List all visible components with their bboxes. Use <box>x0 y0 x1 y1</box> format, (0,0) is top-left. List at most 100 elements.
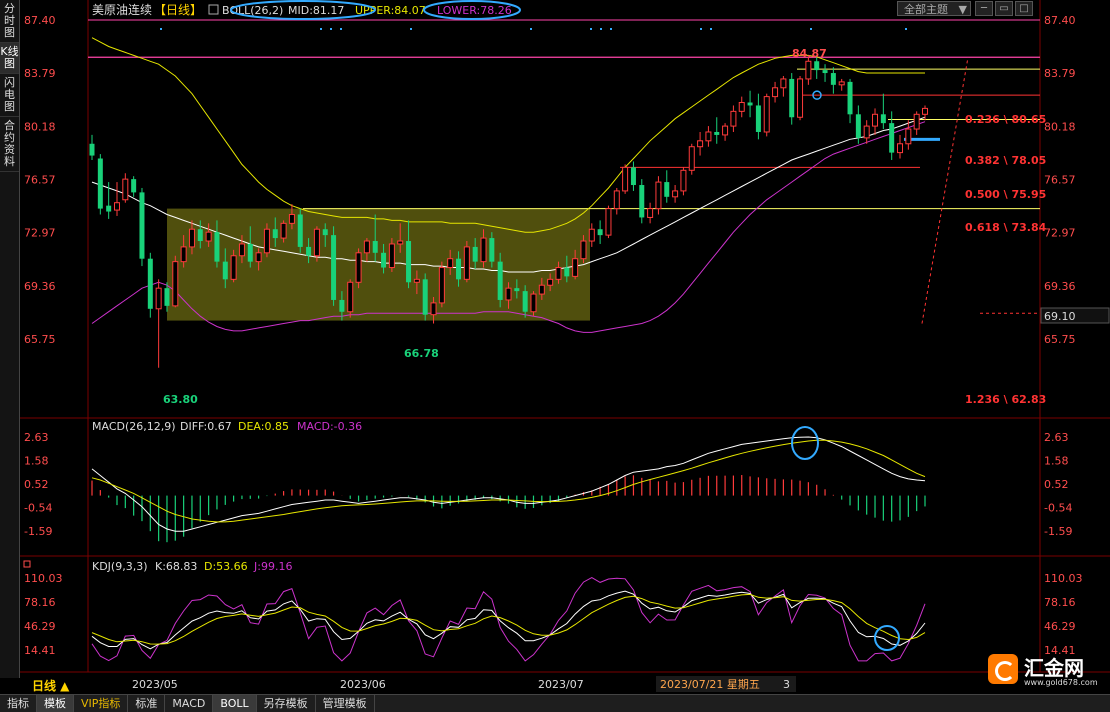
side-tab-0[interactable]: 分时图 <box>0 0 19 43</box>
kdj-axis-label: 46.29 <box>24 620 56 633</box>
bottom-tab-1[interactable]: 模板 <box>37 695 74 712</box>
candle-body <box>313 228 320 257</box>
candle-body <box>180 246 187 263</box>
candle-body <box>247 243 253 262</box>
fib-label: 1.236 \ 62.83 <box>965 393 1046 406</box>
high-price-label: 84.87 <box>792 47 827 60</box>
bottom-tab-5[interactable]: BOLL <box>213 695 257 712</box>
candle-body <box>230 255 237 280</box>
macd-diff-value: DIFF:0.67 <box>180 420 232 433</box>
kdj-j-value: J:99.16 <box>253 560 292 573</box>
candle-body <box>630 167 636 186</box>
candle-body <box>889 123 895 153</box>
kdj-axis-label-right: 46.29 <box>1044 620 1076 633</box>
kdj-d-value: D:53.66 <box>204 560 248 573</box>
candle-body <box>639 185 645 218</box>
macd-axis-label: 1.58 <box>24 454 49 467</box>
kdj-d-line <box>91 593 926 645</box>
candle-body <box>588 228 595 242</box>
candle-body <box>113 202 120 211</box>
symbol-title: 美原油连续 <box>92 2 152 17</box>
candle-body <box>622 166 629 192</box>
macd-axis-label: -1.59 <box>24 525 52 538</box>
boll-mid-value: MID:81.17 <box>288 4 344 17</box>
macd-dea-value: DEA:0.85 <box>238 420 289 433</box>
period-selector[interactable]: 日线 ▲ <box>32 677 69 694</box>
low-price-label: 66.78 <box>404 347 439 360</box>
candle-body <box>331 235 337 300</box>
left-price-label: 69.36 <box>24 280 56 293</box>
kdj-axis-label: 110.03 <box>24 572 63 585</box>
candle-body <box>838 81 845 86</box>
candle-body <box>855 114 861 138</box>
candle-body <box>922 107 928 115</box>
right-price-label: 65.75 <box>1044 333 1076 346</box>
side-tab-2[interactable]: 闪电图 <box>0 74 19 117</box>
maximize-icon[interactable]: □ <box>1015 1 1033 16</box>
candle-body <box>147 258 153 309</box>
signal-dot <box>600 28 602 30</box>
side-tab-1[interactable]: K线图 <box>0 43 19 74</box>
candle-body <box>747 102 753 106</box>
candle-body <box>538 284 545 295</box>
macd-title: MACD(26,12,9) <box>92 420 176 433</box>
candle-body <box>697 140 704 148</box>
candle-body <box>131 179 137 193</box>
candle-body <box>789 78 795 118</box>
candle-body <box>705 131 712 142</box>
candle-body <box>580 240 587 260</box>
right-price-label: 83.79 <box>1044 67 1076 80</box>
left-price-label: 80.18 <box>24 120 56 133</box>
bottom-tab-0[interactable]: 指标 <box>0 695 37 712</box>
chevron-down-icon: ▼ <box>958 3 967 16</box>
signal-dot <box>320 28 322 30</box>
candle-body <box>680 169 687 192</box>
candle-body <box>447 258 454 269</box>
candle-body <box>489 238 495 262</box>
candle-body <box>913 113 920 130</box>
bottom-tab-3[interactable]: 标准 <box>128 695 166 712</box>
candle-body <box>438 267 445 304</box>
candle-body <box>664 182 670 197</box>
candle-body <box>797 78 804 118</box>
kdj-axis-label: 14.41 <box>24 644 56 657</box>
candle-body <box>463 246 470 280</box>
candle-body <box>214 232 220 262</box>
candle-body <box>255 252 262 263</box>
x-axis-label: 2023/06 <box>340 678 386 691</box>
boll-lower-value: LOWER:78.26 <box>437 4 512 17</box>
candle-body <box>297 214 303 247</box>
left-price-label: 72.97 <box>24 227 56 240</box>
macd-axis-label-right: -0.54 <box>1044 502 1072 515</box>
candle-body <box>763 96 770 133</box>
candle-body <box>814 61 820 71</box>
candle-body <box>288 213 295 224</box>
logo-name: 汇金网 <box>1024 656 1084 680</box>
cursor-date-label: 2023/07/21 星期五 <box>660 678 760 691</box>
macd-axis-label-right: 2.63 <box>1044 431 1069 444</box>
signal-dot <box>340 28 342 30</box>
kdj-axis-label: 78.16 <box>24 596 56 609</box>
signal-dot <box>330 28 332 30</box>
kdj-settings-icon <box>23 560 31 568</box>
side-tab-3[interactable]: 合约资料 <box>0 117 19 172</box>
restore-icon[interactable]: ▭ <box>995 1 1013 16</box>
theme-select[interactable]: 全部主题 ▼ <box>897 1 971 16</box>
candle-body <box>597 229 603 236</box>
candle-body <box>222 261 228 280</box>
fib-label: 0.382 \ 78.05 <box>965 154 1046 167</box>
bottom-tab-7[interactable]: 管理模板 <box>316 695 375 712</box>
bottom-tab-2[interactable]: VIP指标 <box>74 695 129 712</box>
candle-body <box>106 205 112 212</box>
candle-body <box>422 279 428 315</box>
candle-body <box>880 114 886 124</box>
bottom-tab-6[interactable]: 另存模板 <box>257 695 316 712</box>
minimize-icon[interactable]: ─ <box>975 1 993 16</box>
bottom-tab-4[interactable]: MACD <box>165 695 214 712</box>
candle-body <box>280 222 287 239</box>
candle-body <box>714 131 720 135</box>
left-price-label: 76.57 <box>24 174 56 187</box>
candle-body <box>339 299 345 312</box>
x-axis-label: 2023/07 <box>538 678 584 691</box>
candle-body <box>381 252 387 268</box>
